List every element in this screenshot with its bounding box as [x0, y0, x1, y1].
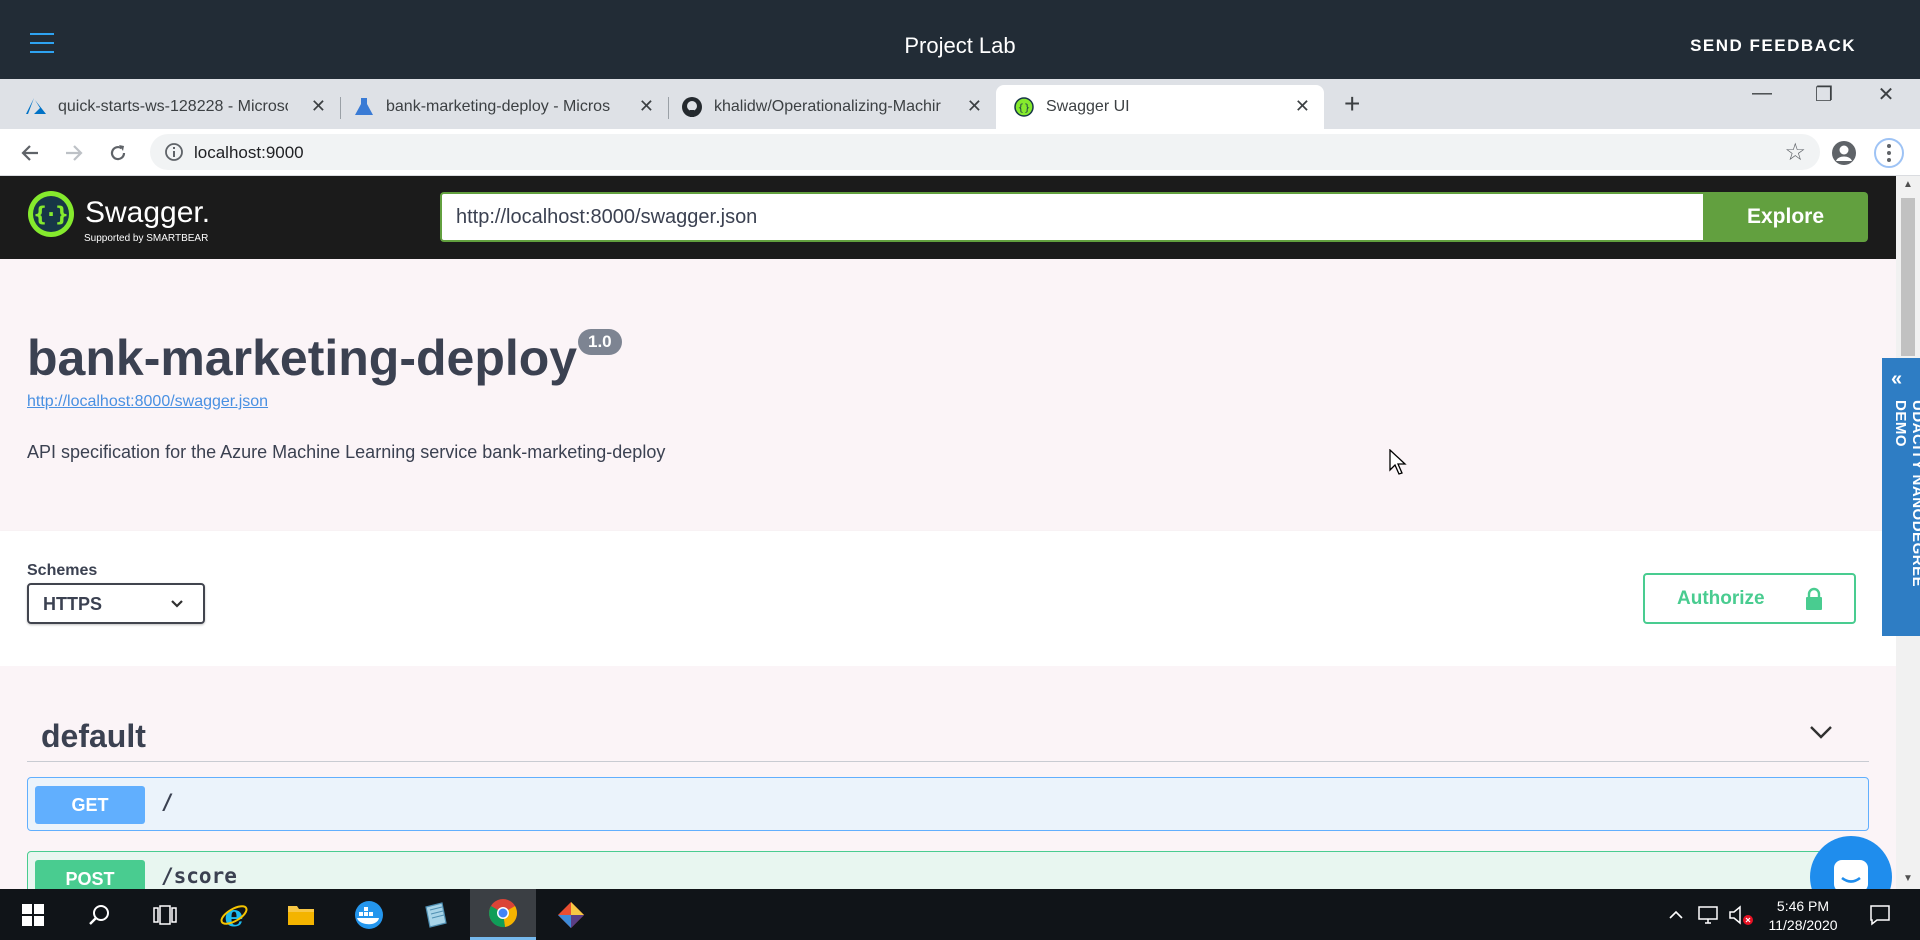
operation-get-root[interactable]: GET /	[27, 777, 1869, 831]
browser-tab-azure-ml[interactable]: bank-marketing-deploy - Micros ✕	[328, 85, 668, 129]
clock-time: 5:46 PM	[1776, 898, 1830, 914]
schemes-section: Schemes HTTPS Authorize	[0, 531, 1896, 666]
explore-button[interactable]: Explore	[1703, 192, 1868, 242]
task-view-icon[interactable]	[132, 889, 198, 940]
lock-icon	[1804, 587, 1824, 617]
tag-name: default	[41, 718, 146, 754]
udacity-side-tab[interactable]: « UDACITY NANODEGREE DEMO	[1882, 358, 1920, 636]
restore-icon[interactable]: ❐	[1794, 82, 1854, 107]
operation-path: /	[161, 790, 174, 814]
tab-title: quick-starts-ws-128228 - Microso	[58, 98, 288, 115]
clock-date: 11/28/2020	[1768, 917, 1838, 933]
smartbear-text: Supported by SMARTBEAR	[84, 233, 209, 244]
close-icon[interactable]: ✕	[639, 96, 654, 116]
action-center-icon[interactable]	[1860, 889, 1900, 940]
swagger-logo-text: Swagger.	[85, 196, 211, 229]
double-chevron-left-icon: «	[1891, 368, 1903, 390]
side-tab-label: UDACITY NANODEGREE DEMO	[1892, 400, 1920, 588]
bookmark-star-icon[interactable]: ☆	[1784, 138, 1806, 167]
svg-text:e: e	[224, 900, 243, 930]
method-badge: GET	[35, 786, 145, 824]
schemes-label: Schemes	[27, 562, 98, 579]
windows-start-icon[interactable]	[0, 889, 66, 940]
operation-post-score[interactable]: POST /score	[27, 851, 1869, 889]
project-lab-header: Project Lab SEND FEEDBACK	[0, 0, 1920, 79]
window-close-icon[interactable]: ✕	[1856, 82, 1916, 107]
internet-explorer-icon[interactable]: e	[201, 889, 267, 940]
tab-title: Swagger UI	[1046, 98, 1130, 115]
spec-link[interactable]: http://localhost:8000/swagger.json	[27, 393, 268, 411]
profile-icon[interactable]	[1829, 138, 1859, 168]
azure-ml-icon	[354, 97, 374, 117]
version-badge: 1.0	[578, 329, 622, 355]
show-hidden-icons-chevron-up-icon[interactable]	[1664, 889, 1688, 940]
reload-icon[interactable]	[103, 138, 133, 168]
chrome-icon[interactable]	[470, 889, 536, 940]
search-icon[interactable]	[66, 889, 132, 940]
swagger-topbar: {·} Swagger. Supported by SMARTBEAR http…	[0, 176, 1896, 259]
swagger-logo-icon: {·}	[28, 191, 74, 237]
volume-muted-icon[interactable]	[1726, 889, 1756, 940]
scroll-up-icon[interactable]: ▲	[1903, 179, 1913, 190]
scrollbar-thumb[interactable]	[1901, 198, 1915, 356]
browser-tab-github[interactable]: khalidw/Operationalizing-Machir ✕	[656, 85, 996, 129]
swagger-logo[interactable]: {·} Swagger. Supported by SMARTBEAR	[27, 190, 210, 244]
authorize-button[interactable]: Authorize	[1643, 573, 1856, 624]
url-text: localhost:9000	[194, 143, 304, 162]
tab-title: bank-marketing-deploy - Micros	[386, 98, 611, 115]
browser-tab-azure-portal[interactable]: quick-starts-ws-128228 - Microso ✕	[0, 85, 340, 129]
swagger-ui: {·} Swagger. Supported by SMARTBEAR http…	[0, 176, 1896, 889]
forward-icon[interactable]	[59, 138, 89, 168]
spec-url-input[interactable]: http://localhost:8000/swagger.json	[440, 192, 1704, 242]
method-badge: POST	[35, 860, 145, 889]
menu-dots-icon[interactable]	[1874, 138, 1904, 168]
api-title: bank-marketing-deploy	[27, 330, 578, 386]
git-tool-icon[interactable]	[538, 889, 604, 940]
windows-taskbar: e 5:46 PM 11/28/2020	[0, 889, 1920, 940]
tag-default-header[interactable]: default	[27, 706, 1869, 762]
tab-title: khalidw/Operationalizing-Machir	[714, 98, 941, 115]
address-bar: localhost:9000 ☆	[0, 129, 1920, 176]
minimize-icon[interactable]: —	[1732, 82, 1792, 105]
close-icon[interactable]: ✕	[967, 96, 982, 116]
back-icon[interactable]	[15, 138, 45, 168]
browser-tab-strip: quick-starts-ws-128228 - Microso ✕ bank-…	[0, 79, 1920, 129]
operation-path: /score	[161, 864, 237, 888]
close-icon[interactable]: ✕	[311, 96, 326, 116]
swagger-icon: {}	[1014, 97, 1034, 117]
api-description: API specification for the Azure Machine …	[27, 442, 666, 462]
lab-title: Project Lab	[904, 33, 1016, 58]
docker-icon[interactable]	[336, 889, 402, 940]
operations-section: default GET / POST /score	[0, 666, 1896, 889]
svg-text:{}: {}	[1018, 103, 1031, 114]
mouse-cursor-icon	[1389, 448, 1407, 480]
scheme-selected-value: HTTPS	[43, 594, 103, 614]
network-icon[interactable]	[1694, 889, 1724, 940]
github-icon	[682, 97, 702, 117]
taskbar-clock[interactable]: 5:46 PM 11/28/2020	[1762, 897, 1844, 935]
chevron-down-icon[interactable]	[1809, 724, 1833, 745]
send-feedback-button[interactable]: SEND FEEDBACK	[1690, 36, 1856, 56]
chevron-down-icon	[169, 595, 185, 616]
new-tab-button[interactable]: +	[1344, 88, 1360, 120]
api-info: bank-marketing-deploy 1.0 http://localho…	[0, 259, 1896, 531]
info-icon[interactable]	[164, 142, 184, 167]
scheme-select[interactable]: HTTPS	[27, 583, 205, 624]
scroll-down-icon[interactable]: ▼	[1903, 873, 1913, 884]
file-explorer-icon[interactable]	[268, 889, 334, 940]
svg-text:{·}: {·}	[33, 202, 69, 226]
authorize-label: Authorize	[1677, 588, 1765, 609]
notepad-icon[interactable]	[403, 889, 469, 940]
close-icon[interactable]: ✕	[1295, 96, 1310, 116]
azure-icon	[26, 97, 46, 117]
url-bar[interactable]: localhost:9000 ☆	[150, 134, 1820, 170]
browser-tab-swagger-ui[interactable]: {} Swagger UI ✕	[996, 85, 1324, 129]
